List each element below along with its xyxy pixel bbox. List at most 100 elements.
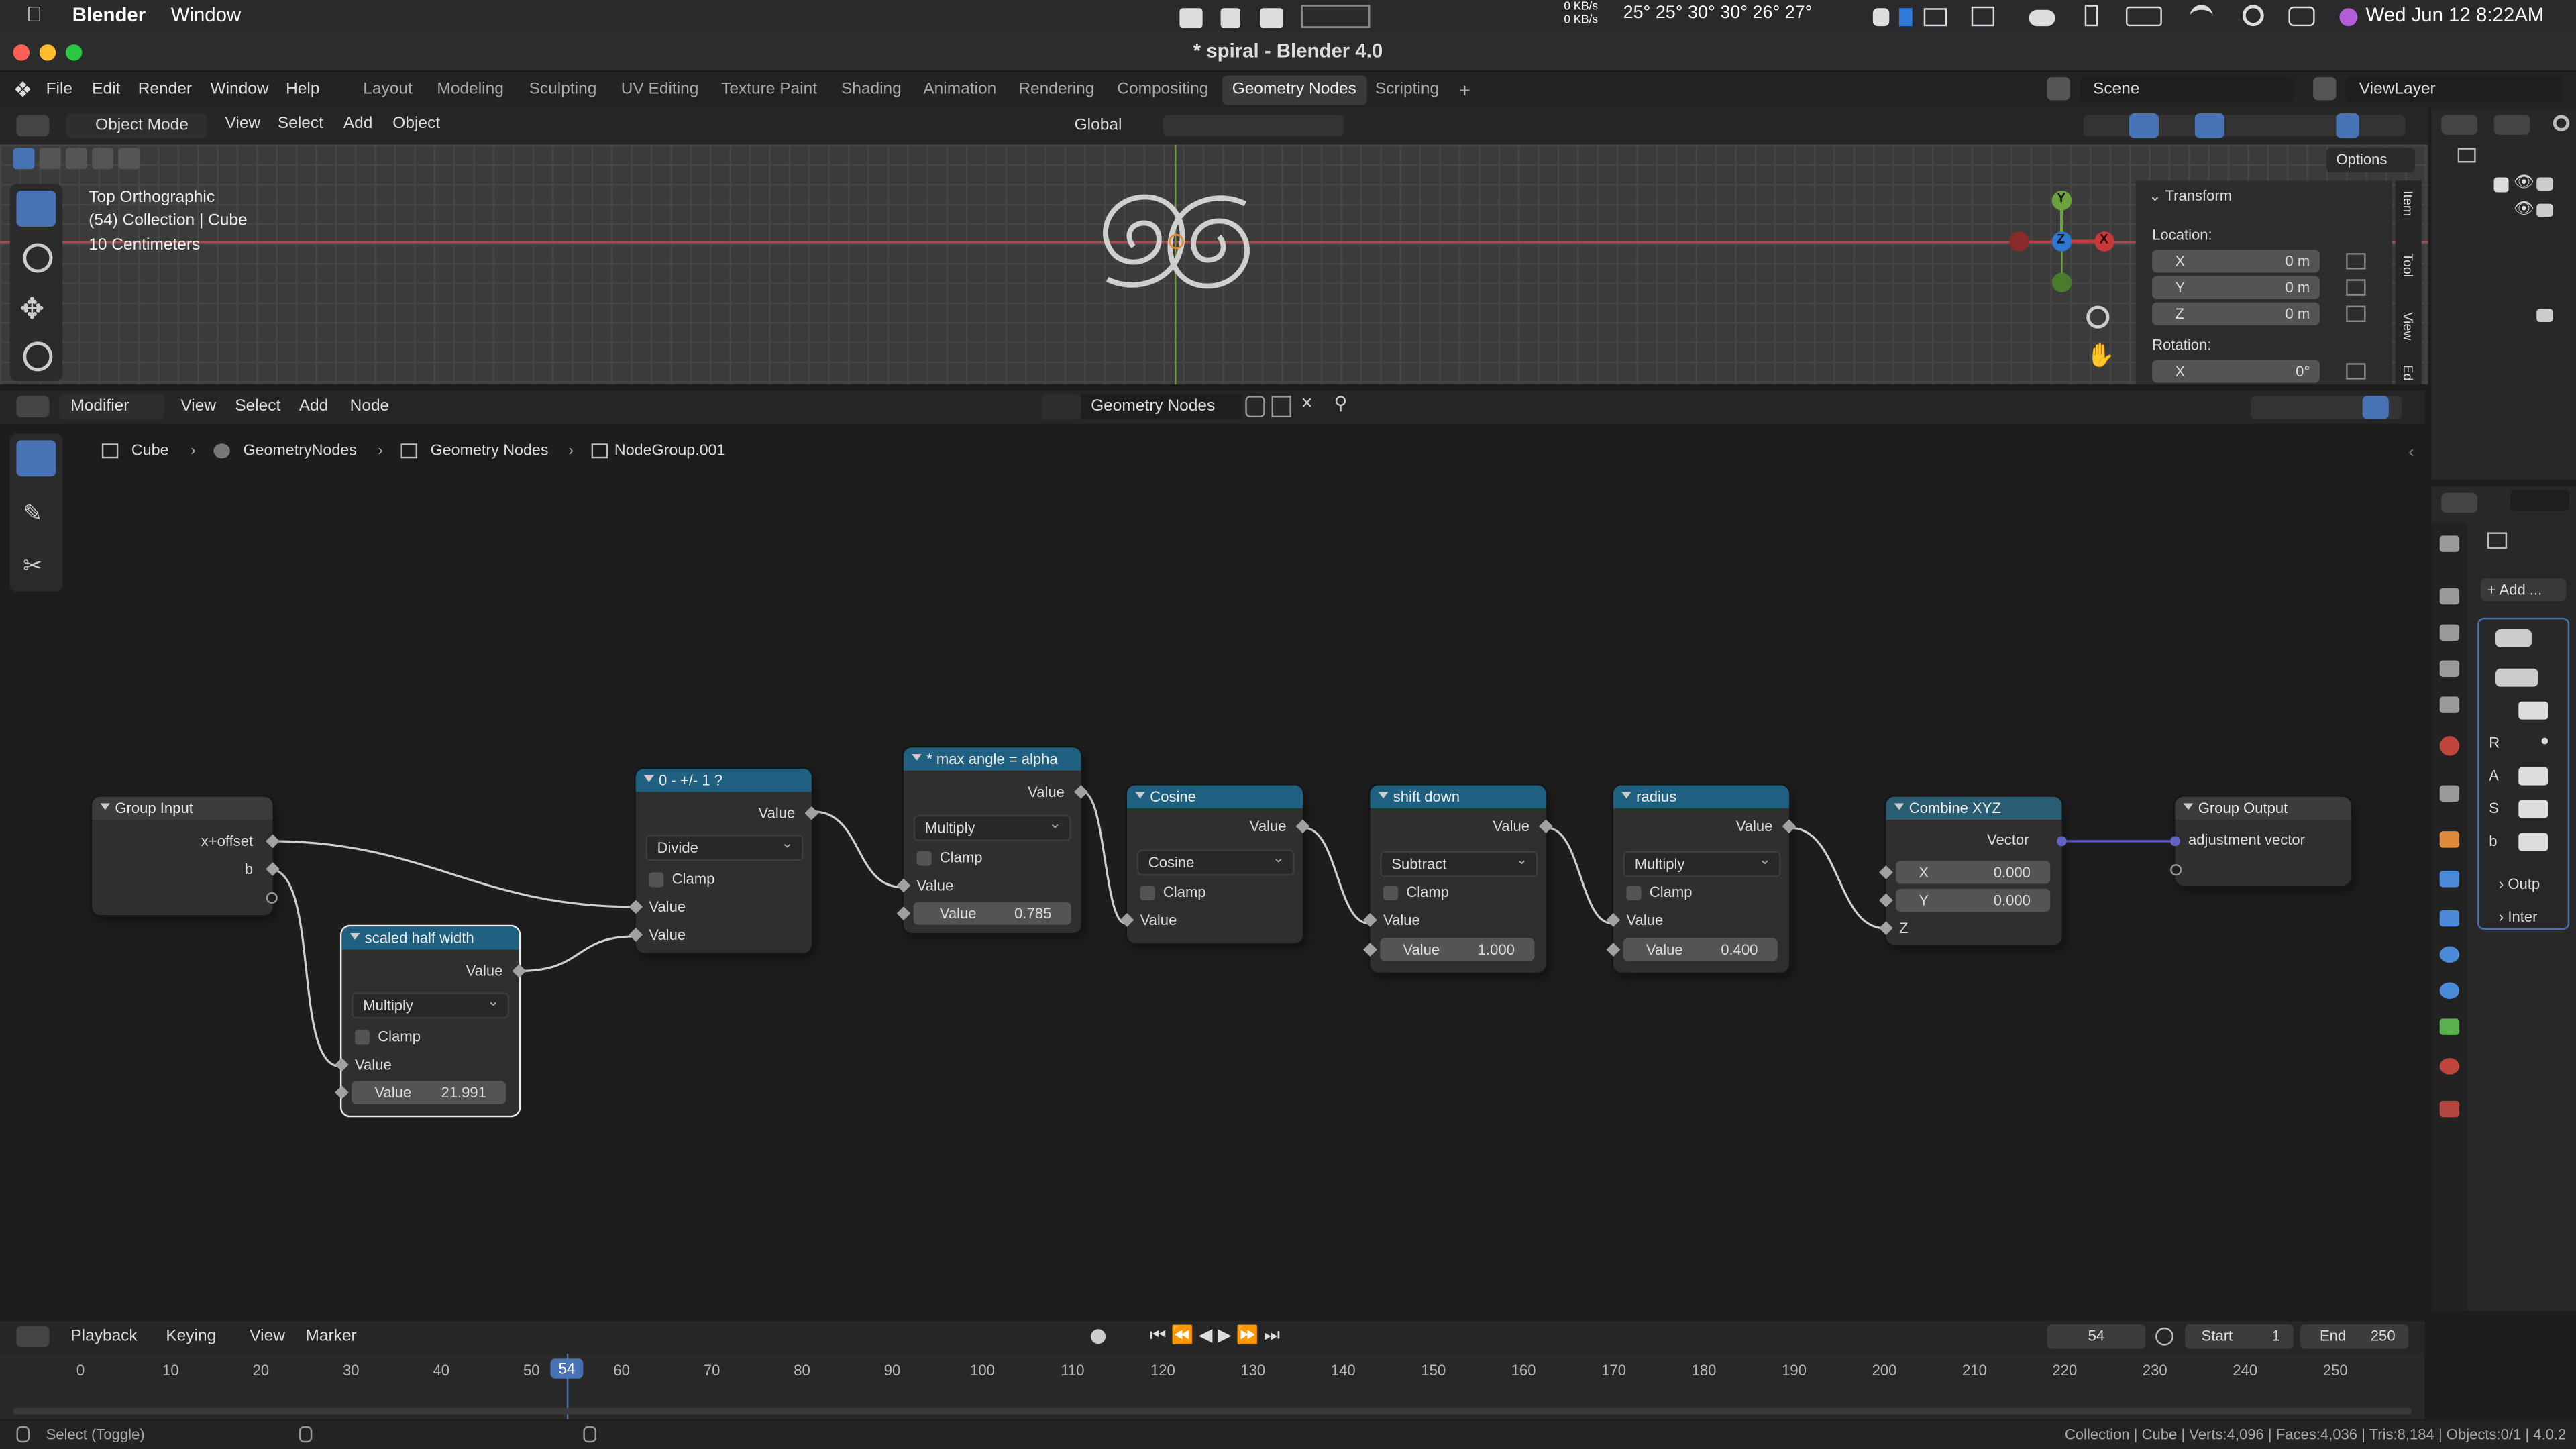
operation-dropdown[interactable]: Subtract [1380,848,1538,877]
operation-dropdown[interactable]: Multiply [352,989,510,1019]
menu-keying[interactable]: Keying [166,1328,216,1346]
select-intersect-icon[interactable] [118,148,140,170]
viewlayer-icon[interactable] [2313,77,2337,101]
menubar-clock[interactable]: Wed Jun 12 8:22AM [2366,3,2544,26]
y-field[interactable]: Y 0.000 [1896,888,2051,912]
apple-icon[interactable]:  [26,1,42,26]
dropbox-icon[interactable] [1259,8,1283,28]
operation-dropdown[interactable]: Divide [645,831,804,861]
timeline-body[interactable]: 0 10 20 30 40 50 60 70 80 90 100 110 120 130 140 150 160… [0,1353,2425,1419]
vector-output-socket[interactable] [2057,836,2067,847]
outliner-search-icon[interactable] [2553,115,2570,131]
tab-uv-editing[interactable]: UV Editing [611,76,708,105]
menu-edit[interactable]: Edit [92,80,120,99]
viewport-menu-add[interactable]: Add [343,115,373,133]
socket-toggle-icon[interactable] [2518,800,2548,818]
viewport-menu-object[interactable]: Object [392,115,440,133]
playback-controls[interactable]: ⏮⏪◀▶⏩⏭ [1150,1324,1285,1347]
lock-icon[interactable] [2346,253,2366,270]
tab-animation[interactable]: Animation [914,76,1006,105]
operation-dropdown[interactable]: Multiply [913,812,1071,841]
tab-tool[interactable]: Tool [2400,253,2415,277]
menu-render[interactable]: Render [138,80,192,99]
mode-selector[interactable]: Object Mode [65,113,207,138]
tab-shading[interactable]: Shading [831,76,911,105]
select-subtract-icon[interactable] [65,148,87,170]
menu-window[interactable]: Window [210,80,268,99]
control-center-icon[interactable] [2288,6,2315,27]
node-header[interactable]: * max angle = alpha [903,747,1081,771]
node-header[interactable]: radius [1613,785,1789,808]
spiral-object[interactable] [1084,177,1268,305]
object-data-icon[interactable] [2487,532,2508,549]
clamp-checkbox[interactable] [916,851,932,866]
autokey-record-icon[interactable] [1091,1329,1106,1344]
particles-tab-icon[interactable] [2439,910,2460,927]
wifi-icon[interactable] [2190,5,2214,26]
data-tab-icon[interactable] [2439,1018,2460,1035]
view-layer-tab-icon[interactable] [2439,660,2460,677]
tab-layout[interactable]: Layout [354,76,423,105]
node-divide[interactable]: 0 - +/- 1 ? Value Divide Clamp Value Val… [629,769,819,953]
options-dropdown[interactable]: Options [2326,148,2416,173]
viewport-menu-view[interactable]: View [225,115,261,133]
node-max-angle[interactable]: * max angle = alpha Value Multiply Clamp… [896,747,1088,934]
node-header[interactable]: shift down [1370,785,1546,808]
add-workspace-button[interactable]: + [1449,76,1481,105]
start-frame-field[interactable]: Start 1 [2185,1324,2294,1349]
keyboard-icon[interactable] [1923,8,1947,27]
collection-checkbox[interactable] [2493,177,2509,193]
tab-modeling[interactable]: Modeling [427,76,514,105]
orientation-selector[interactable]: Global [1048,113,1150,138]
select-invert-icon[interactable] [92,148,113,170]
object-tab-icon[interactable] [2439,831,2460,848]
clamp-checkbox[interactable] [649,872,664,888]
node-combine-xyz[interactable]: Combine XYZ Vector X 0.000 Y 0.000 Z [1879,796,2067,945]
camera-icon[interactable] [2536,203,2553,217]
clamp-checkbox[interactable] [1383,885,1399,901]
physics-tab-icon[interactable] [2439,946,2460,963]
socket-toggle-icon[interactable] [2518,833,2548,851]
node-shift-down[interactable]: shift down Value Subtract Clamp Value Va… [1363,785,1553,973]
sidebar-collapse-icon[interactable]: ‹ [2408,443,2414,462]
add-modifier-button[interactable]: + Add ... [2480,578,2567,602]
camera-icon[interactable] [2536,309,2553,323]
socket-toggle-icon[interactable] [2518,767,2548,786]
modifier-selector[interactable]: Modifier [59,394,164,419]
menu-marker[interactable]: Marker [306,1328,357,1346]
select-extend-icon[interactable] [39,148,61,170]
tab-sculpting[interactable]: Sculpting [519,76,606,105]
node-group-output[interactable]: Group Output adjustment vector [2170,796,2351,886]
timeline-scrollbar[interactable] [13,1407,2412,1415]
eye-icon[interactable]: 👁 [2514,201,2534,219]
location-z-field[interactable]: Z 0 m [2152,302,2320,325]
fake-user-shield-icon[interactable] [1245,396,1265,418]
material-tab-icon[interactable] [2439,1058,2460,1075]
cpu-graph-icon[interactable] [1301,5,1371,28]
location-x-field[interactable]: X 0 m [2152,250,2320,273]
clamp-checkbox[interactable] [1626,885,1642,901]
node-menu-view[interactable]: View [180,398,216,416]
viewport-menu-select[interactable]: Select [278,115,323,133]
constraints-tab-icon[interactable] [2439,982,2460,999]
node-editor-canvas[interactable]: ✎ ✂ Cube › GeometryNodes › Geometry Node… [0,423,2425,1311]
solid-shading-icon[interactable] [2336,113,2359,138]
internal-dependencies-subpanel[interactable]: › Inter [2499,908,2538,924]
modifier-node-group-icon[interactable] [2496,668,2538,687]
duplicate-tree-icon[interactable] [1271,396,1291,418]
scene-collection-icon[interactable] [2457,148,2476,163]
transform-panel-header[interactable]: ⌄ Transform [2149,187,2232,205]
lock-icon[interactable] [2346,279,2366,296]
node-header[interactable]: scaled half width [341,926,519,950]
value-field[interactable]: Value 21.991 [352,1081,506,1104]
scene-selector[interactable]: Scene [2080,77,2294,102]
bluetooth-icon[interactable] [2084,5,2098,27]
timeline-menu-view[interactable]: View [250,1328,285,1346]
select-new-icon[interactable] [13,148,35,170]
vector-input-socket[interactable] [2170,836,2180,847]
node-scaled-half-width[interactable]: scaled half width Value Multiply Clamp V… [334,926,527,1116]
node-menu-add[interactable]: Add [299,398,329,416]
lock-icon[interactable] [2346,363,2366,380]
select-mode-buttons[interactable] [10,145,142,173]
clamp-checkbox[interactable] [1140,885,1155,901]
